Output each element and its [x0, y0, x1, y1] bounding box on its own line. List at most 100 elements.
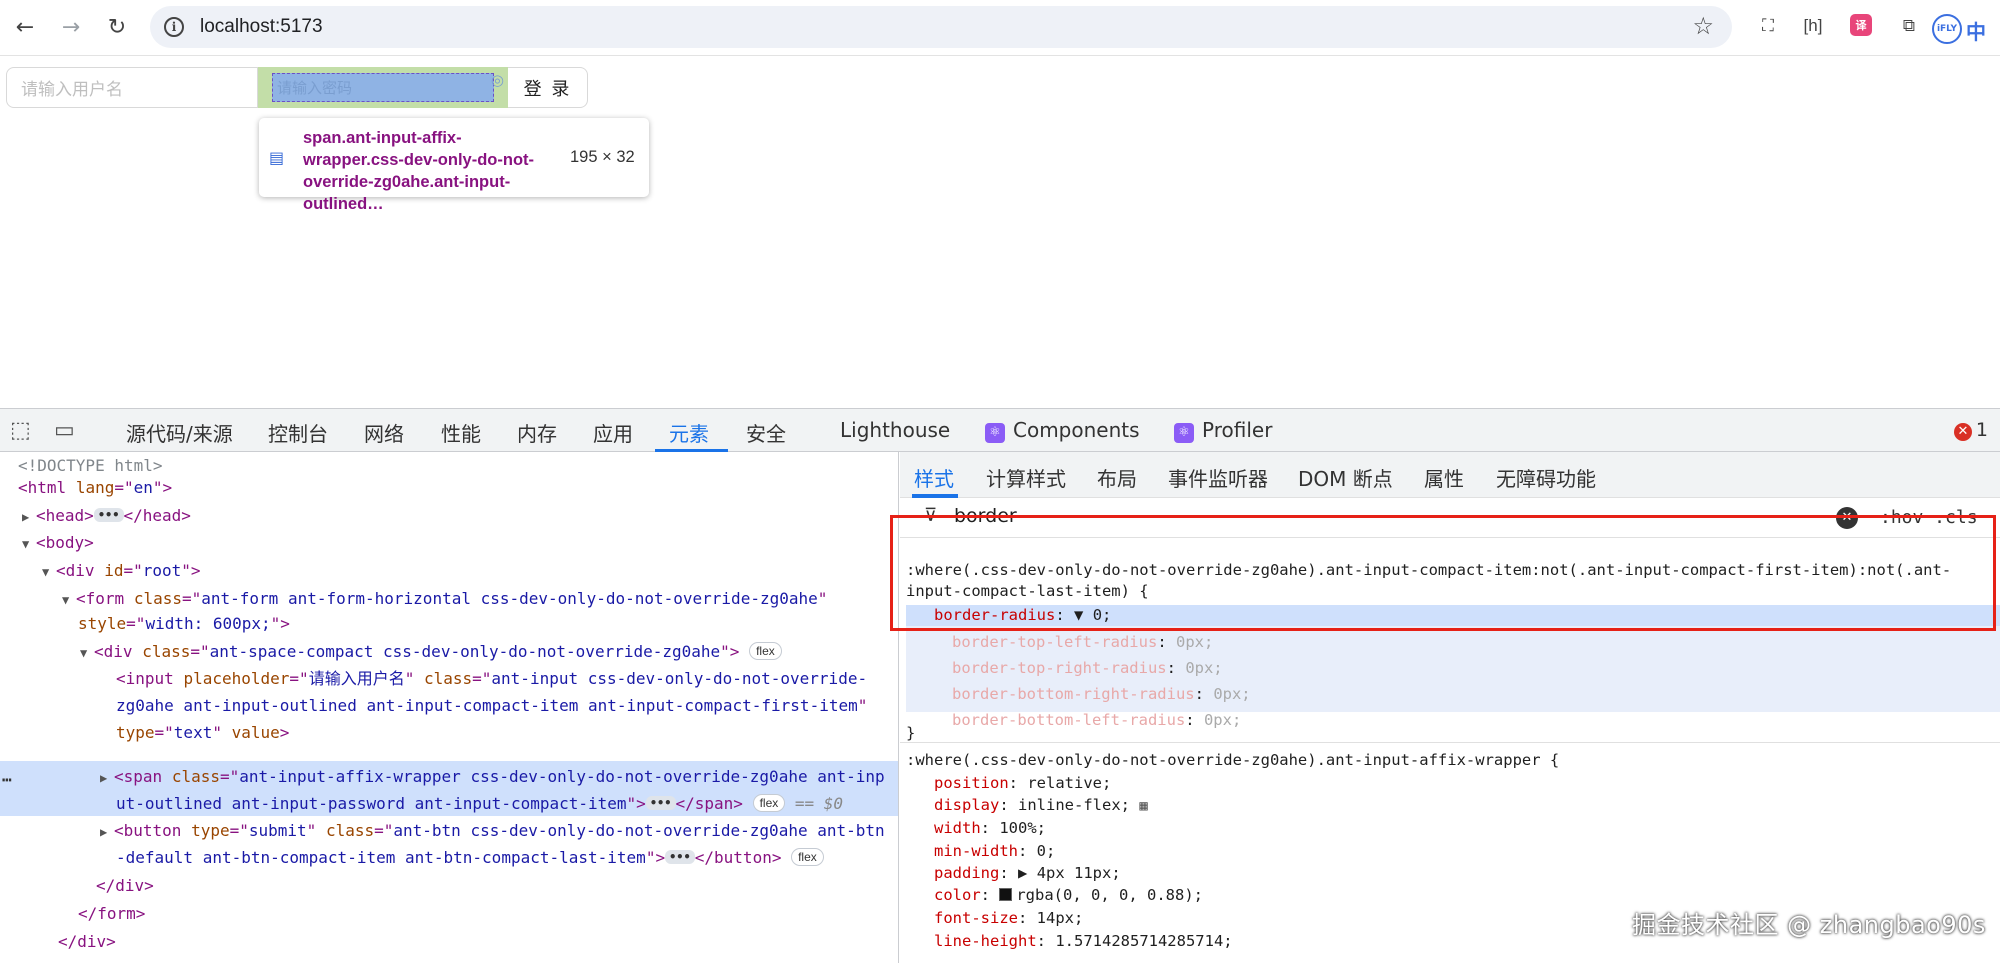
collapsed-dots[interactable]: ••• — [645, 796, 676, 810]
username-input[interactable]: 请输入用户名 — [6, 67, 258, 108]
rule1-sub-2: border-bottom-right-radius: 0px; — [952, 685, 1251, 703]
dom-close-div[interactable]: </div> — [96, 872, 154, 899]
rule2-prop-1[interactable]: display: inline-flex; ▦ — [934, 795, 1148, 817]
subtab-dom-breakpoints[interactable]: DOM 断点 — [1298, 463, 1393, 492]
extensions-puzzle-icon[interactable]: ⧉ — [1893, 10, 1925, 42]
dom-node-head[interactable]: ▶ <head> ••• </head> — [22, 502, 191, 529]
tag-name: html — [27, 478, 67, 497]
password-input[interactable]: 请输入密码 — [272, 73, 494, 102]
subtab-accessibility[interactable]: 无障碍功能 — [1496, 463, 1596, 492]
rule2-prop-5[interactable]: color: rgba(0, 0, 0, 0.88); — [934, 885, 1203, 906]
dom-node-input-cont2[interactable]: type="text" value> — [116, 719, 289, 746]
flex-badge[interactable]: flex — [752, 794, 786, 812]
color-swatch[interactable] — [999, 888, 1013, 901]
dom-tree: ⋯ <!DOCTYPE html> <html lang="en"> ▶ <hea… — [0, 452, 899, 963]
rule2-prop-7[interactable]: line-height: 1.5714285714285714; — [934, 931, 1233, 952]
subtab-event-listeners[interactable]: 事件监听器 — [1168, 463, 1268, 492]
dom-close-form[interactable]: </form> — [78, 900, 145, 927]
tab-profiler[interactable]: ⚛ Profiler — [1174, 418, 1272, 443]
dom-node-input[interactable]: <input placeholder="请输入用户名" class="ant-i… — [116, 665, 867, 692]
subtab-layout[interactable]: 布局 — [1097, 463, 1137, 492]
dom-node-body[interactable]: ▼ <body> — [22, 529, 94, 556]
flex-badge[interactable]: flex — [791, 848, 824, 866]
css-prop-name: color — [934, 886, 981, 904]
inspect-element-icon[interactable]: ⬚ — [10, 418, 31, 443]
css-prop-value: 4px 11px; — [1036, 864, 1121, 882]
collapsed-dots[interactable]: ••• — [93, 508, 124, 522]
css-prop-name: border-top-right-radius — [952, 659, 1167, 677]
expand-triangle-icon[interactable]: ▶ — [100, 819, 114, 846]
rule1-sub-1: border-top-right-radius: 0px; — [952, 659, 1223, 677]
reload-icon[interactable]: ↻ — [100, 10, 134, 44]
tag-name: button — [714, 848, 772, 867]
dom-node-form-cont[interactable]: style="width: 600px;"> — [78, 610, 290, 637]
language-extension-icon[interactable]: 中 — [1966, 16, 1986, 45]
attr-value: ant-input-affix-wrapper css-dev-only-do-… — [239, 767, 885, 786]
eye-invisible-icon[interactable]: ◎ — [491, 71, 504, 89]
tab-sources[interactable]: 源代码/来源 — [126, 418, 233, 447]
rule2-selector[interactable]: :where(.css-dev-only-do-not-override-zg0… — [906, 750, 1559, 771]
node-actions-icon[interactable]: ⋯ — [2, 770, 12, 789]
url-text[interactable]: localhost:5173 — [200, 16, 323, 38]
dom-node-span-cont[interactable]: ut-outlined ant-input-password ant-input… — [116, 790, 843, 817]
collapse-triangle-icon[interactable]: ▼ — [80, 640, 94, 667]
collapse-triangle-icon[interactable]: ▼ — [62, 587, 76, 614]
tab-lighthouse[interactable]: Lighthouse — [840, 418, 950, 442]
rule2-prop-3[interactable]: min-width: 0; — [934, 841, 1055, 862]
forward-arrow-icon[interactable]: → — [54, 10, 88, 44]
tab-application[interactable]: 应用 — [593, 418, 633, 447]
hw-extension-icon[interactable]: [h] — [1797, 10, 1829, 42]
login-form: 请输入用户名 请输入密码 ◎ 登 录 — [6, 67, 588, 108]
tab-console[interactable]: 控制台 — [268, 418, 328, 447]
attr-name: lang — [75, 478, 115, 497]
dom-node-root-div[interactable]: ▼ <div id="root"> — [42, 557, 201, 584]
tab-performance[interactable]: 性能 — [441, 418, 481, 447]
css-prop-value: 0; — [1036, 842, 1056, 860]
subtab-computed[interactable]: 计算样式 — [986, 463, 1066, 492]
rule2-prop-6[interactable]: font-size: 14px; — [934, 908, 1083, 929]
flex-badge[interactable]: flex — [749, 642, 782, 660]
iflytek-extension-icon[interactable]: iFLY — [1932, 14, 1962, 44]
dom-node-form[interactable]: ▼ <form class="ant-form ant-form-horizont… — [62, 585, 827, 612]
tab-components[interactable]: ⚛ Components — [985, 418, 1140, 443]
screenshot-extension-icon[interactable]: ⛶ — [1752, 10, 1784, 42]
css-prop-value: 0px; — [1213, 685, 1251, 703]
dom-node-input-cont[interactable]: zg0ahe ant-input-outlined ant-input-comp… — [116, 692, 867, 719]
collapse-triangle-icon[interactable]: ▼ — [22, 531, 36, 558]
dom-node-space-compact[interactable]: ▼ <div class="ant-space-compact css-dev-o… — [80, 638, 782, 665]
subtab-properties[interactable]: 属性 — [1424, 463, 1464, 492]
flexbox-editor-icon[interactable]: ▦ — [1139, 796, 1147, 817]
rule2-prop-0[interactable]: position: relative; — [934, 773, 1111, 794]
tab-elements[interactable]: 元素 — [669, 418, 709, 447]
bookmark-star-icon[interactable]: ☆ — [1692, 12, 1714, 40]
devtools-panel: ⬚ ▭ 源代码/来源 控制台 网络 性能 内存 应用 元素 安全 Lightho… — [0, 408, 2000, 963]
address-bar[interactable]: i localhost:5173 ☆ — [150, 6, 1732, 48]
tab-network[interactable]: 网络 — [364, 418, 404, 447]
dom-node-html[interactable]: <html lang="en"> — [18, 474, 172, 501]
inspect-tooltip: ▤ span.ant-input-affix-wrapper.css-dev-o… — [259, 118, 649, 213]
rule2-prop-2[interactable]: width: 100%; — [934, 818, 1046, 839]
dom-node-span-selected[interactable]: ▶ <span class="ant-input-affix-wrapper cs… — [100, 763, 885, 790]
error-counter[interactable]: ✕ 1 — [1953, 419, 1988, 441]
tag-name: span — [694, 794, 734, 813]
css-prop-value: relative; — [1027, 774, 1112, 792]
dom-node-button-cont[interactable]: -default ant-btn-compact-item ant-btn-co… — [116, 844, 824, 871]
rule2-prop-4[interactable]: padding: ▶ 4px 11px; — [934, 863, 1121, 884]
dom-close-root[interactable]: </div> — [58, 928, 116, 955]
login-button[interactable]: 登 录 — [508, 67, 588, 108]
tab-memory[interactable]: 内存 — [517, 418, 557, 447]
translate-extension-icon[interactable]: 译 — [1850, 14, 1872, 36]
password-input-wrapper[interactable]: 请输入密码 ◎ — [258, 67, 508, 108]
expand-triangle-icon[interactable]: ▶ — [100, 765, 114, 792]
site-info-icon[interactable]: i — [164, 17, 184, 37]
expand-triangle-icon[interactable]: ▶ — [1018, 864, 1027, 882]
css-prop-value: rgba(0, 0, 0, 0.88); — [1016, 886, 1203, 904]
back-arrow-icon[interactable]: ← — [8, 10, 42, 44]
tab-security[interactable]: 安全 — [746, 418, 786, 447]
subtab-styles[interactable]: 样式 — [914, 463, 954, 492]
expand-triangle-icon[interactable]: ▶ — [22, 504, 36, 531]
collapsed-dots[interactable]: ••• — [665, 850, 695, 864]
collapse-triangle-icon[interactable]: ▼ — [42, 559, 56, 586]
device-toolbar-icon[interactable]: ▭ — [54, 418, 75, 443]
dom-node-button[interactable]: ▶ <button type="submit" class="ant-btn cs… — [100, 817, 885, 844]
